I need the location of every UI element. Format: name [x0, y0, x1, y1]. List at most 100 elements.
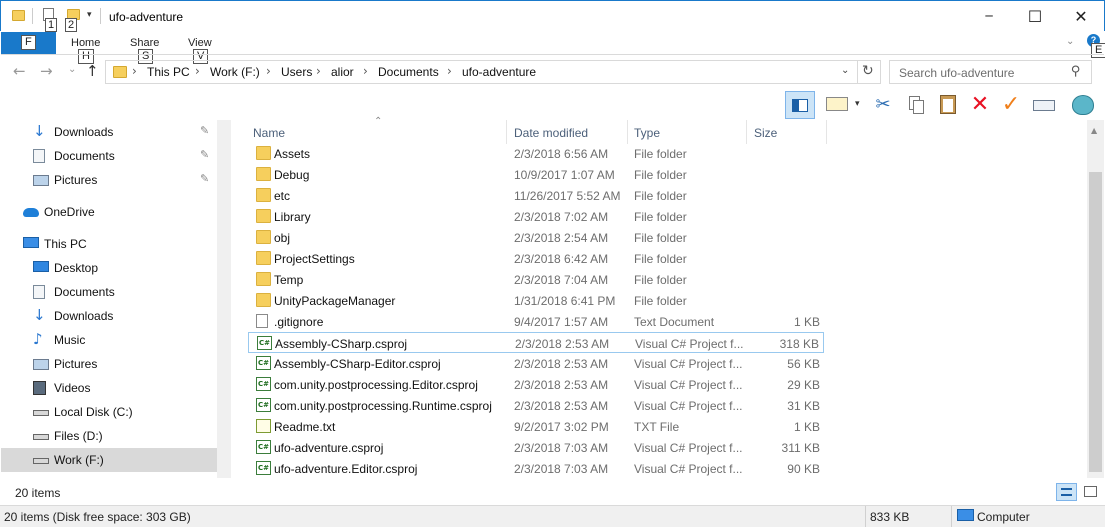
column-divider[interactable] [627, 120, 628, 144]
file-row[interactable]: C# ufo-adventure.csproj 2/3/2018 7:03 AM Vi… [248, 437, 824, 458]
shell-button[interactable] [1069, 91, 1097, 119]
file-row[interactable]: obj 2/3/2018 2:54 AM File folder [248, 227, 824, 248]
paste-button[interactable] [934, 91, 962, 119]
keytip-help: E [1091, 43, 1105, 58]
pin-icon[interactable]: ✎ [200, 148, 209, 161]
address-dropdown-icon[interactable]: ⌄ [841, 65, 849, 76]
breadcrumb-separator[interactable]: › [363, 64, 368, 78]
file-row[interactable]: C# ufo-adventure.Editor.csproj 2/3/2018 7:… [248, 458, 824, 479]
file-type: Visual C# Project f... [635, 337, 744, 351]
delete-button[interactable]: ✕ [966, 91, 994, 119]
file-name: UnityPackageManager [274, 294, 396, 308]
large-icons-view-button[interactable] [1080, 483, 1101, 501]
preview-pane-button[interactable] [785, 91, 815, 119]
search-input[interactable]: Search ufo-adventure [899, 66, 1014, 80]
file-row[interactable]: ProjectSettings 2/3/2018 6:42 AM File fold… [248, 248, 824, 269]
column-divider[interactable] [826, 120, 827, 144]
breadcrumb-separator[interactable]: › [132, 64, 137, 78]
breadcrumb-this-pc[interactable]: This PC [147, 65, 190, 79]
breadcrumb-alior[interactable]: alior [331, 65, 354, 79]
minimize-button[interactable]: ─ [966, 1, 1012, 32]
divider [951, 506, 952, 527]
large-icons-view-icon [1084, 486, 1097, 497]
cut-button[interactable]: ✂ [869, 91, 897, 119]
navigation-scrollbar[interactable] [217, 120, 231, 478]
file-row[interactable]: C# com.unity.postprocessing.Runtime.cspro… [248, 395, 824, 416]
maximize-button[interactable]: ☐ [1012, 1, 1058, 32]
breadcrumb-separator[interactable]: › [195, 64, 200, 78]
nav-item-onedrive[interactable]: OneDrive [1, 200, 217, 224]
file-name: ufo-adventure.Editor.csproj [274, 462, 418, 476]
refresh-icon[interactable]: ↻ [862, 63, 874, 79]
file-type: Visual C# Project f... [634, 462, 743, 476]
expand-ribbon-icon[interactable]: ⌄ [1066, 36, 1074, 47]
breadcrumb-separator[interactable]: › [316, 64, 321, 78]
rename-button[interactable]: ✓ [997, 91, 1025, 119]
nav-item-pictures[interactable]: Pictures ✎ [1, 168, 217, 192]
file-row[interactable]: C# Assembly-CSharp-Editor.csproj 2/3/2018 … [248, 353, 824, 374]
file-row[interactable]: C# com.unity.postprocessing.Editor.csproj… [248, 374, 824, 395]
file-row[interactable]: Readme.txt 9/2/2017 3:02 PM TXT File 1 KB [248, 416, 824, 437]
pin-icon[interactable]: ✎ [200, 172, 209, 185]
nav-item-music[interactable]: ♪ Music [1, 328, 217, 352]
column-header-date[interactable]: Date modified [514, 126, 588, 140]
file-row[interactable]: Temp 2/3/2018 7:04 AM File folder [248, 269, 824, 290]
file-row[interactable]: C# Assembly-CSharp.csproj 2/3/2018 2:53 AM… [248, 332, 824, 353]
file-row[interactable]: Library 2/3/2018 7:02 AM File folder [248, 206, 824, 227]
nav-item-local-disk-c[interactable]: Local Disk (C:) [1, 400, 217, 424]
file-row[interactable]: Assets 2/3/2018 6:56 AM File folder [248, 143, 824, 164]
file-row[interactable]: UnityPackageManager 1/31/2018 6:41 PM File… [248, 290, 824, 311]
tab-share[interactable]: Share [130, 37, 159, 49]
search-box[interactable]: Search ufo-adventure ⚲ [889, 60, 1092, 84]
file-row[interactable]: .gitignore 9/4/2017 1:57 AM Text Document 1… [248, 311, 824, 332]
breadcrumb-work-f[interactable]: Work (F:) [210, 65, 260, 79]
search-icon[interactable]: ⚲ [1071, 64, 1081, 79]
file-row[interactable]: etc 11/26/2017 5:52 AM File folder [248, 185, 824, 206]
forward-button[interactable]: → [40, 62, 53, 80]
scrollbar-thumb[interactable] [1089, 172, 1102, 472]
breadcrumb-users[interactable]: Users [281, 65, 312, 79]
file-date-modified: 2/3/2018 2:54 AM [514, 231, 609, 245]
breadcrumb-separator[interactable]: › [447, 64, 452, 78]
arrow-right-icon: → [40, 62, 53, 80]
file-list-scrollbar[interactable]: ▲ [1087, 120, 1104, 478]
column-divider[interactable] [506, 120, 507, 144]
nav-item-pictures[interactable]: Pictures [1, 352, 217, 376]
recent-locations-button[interactable]: ⌄ [68, 64, 76, 75]
file-date-modified: 2/3/2018 7:04 AM [514, 273, 609, 287]
close-button[interactable]: ✕ [1058, 1, 1104, 32]
file-row[interactable]: Debug 10/9/2017 1:07 AM File folder [248, 164, 824, 185]
nav-item-downloads[interactable]: ↓ Downloads ✎ [1, 120, 217, 144]
nav-item-work-f[interactable]: Work (F:) [1, 448, 217, 472]
column-header-name[interactable]: Name [253, 126, 285, 140]
pin-icon[interactable]: ✎ [200, 124, 209, 137]
pictures-icon [33, 359, 49, 370]
column-header-type[interactable]: Type [634, 126, 660, 140]
nav-item-downloads[interactable]: ↓ Downloads [1, 304, 217, 328]
nav-item-videos[interactable]: Videos [1, 376, 217, 400]
breadcrumb-separator[interactable]: › [266, 64, 271, 78]
back-button[interactable]: ← [13, 62, 26, 80]
copy-button[interactable] [902, 91, 930, 119]
nav-item-this-pc[interactable]: This PC [1, 232, 217, 256]
nav-item-files-d[interactable]: Files (D:) [1, 424, 217, 448]
column-header-size[interactable]: Size [754, 126, 777, 140]
nav-item-documents[interactable]: Documents [1, 280, 217, 304]
tab-home[interactable]: Home [71, 37, 100, 49]
layout-dropdown-icon[interactable]: ▾ [855, 99, 860, 109]
layout-button[interactable] [823, 91, 851, 119]
file-tab[interactable]: F [1, 32, 56, 54]
tab-view[interactable]: View [188, 37, 212, 49]
breadcrumb-ufo-adventure[interactable]: ufo-adventure [462, 65, 536, 79]
file-date-modified: 2/3/2018 7:02 AM [514, 210, 609, 224]
address-bar[interactable]: › This PC › Work (F:) › Users › alior › … [105, 60, 881, 84]
properties-button[interactable] [1030, 91, 1058, 119]
details-view-button[interactable] [1056, 483, 1077, 501]
customize-qat-icon[interactable]: ▾ [87, 10, 92, 20]
breadcrumb-documents[interactable]: Documents [378, 65, 439, 79]
nav-item-documents[interactable]: Documents ✎ [1, 144, 217, 168]
nav-item-desktop[interactable]: Desktop [1, 256, 217, 280]
scroll-up-arrow-icon[interactable]: ▲ [1091, 126, 1097, 135]
up-button[interactable]: ↑ [86, 62, 99, 80]
column-divider[interactable] [746, 120, 747, 144]
